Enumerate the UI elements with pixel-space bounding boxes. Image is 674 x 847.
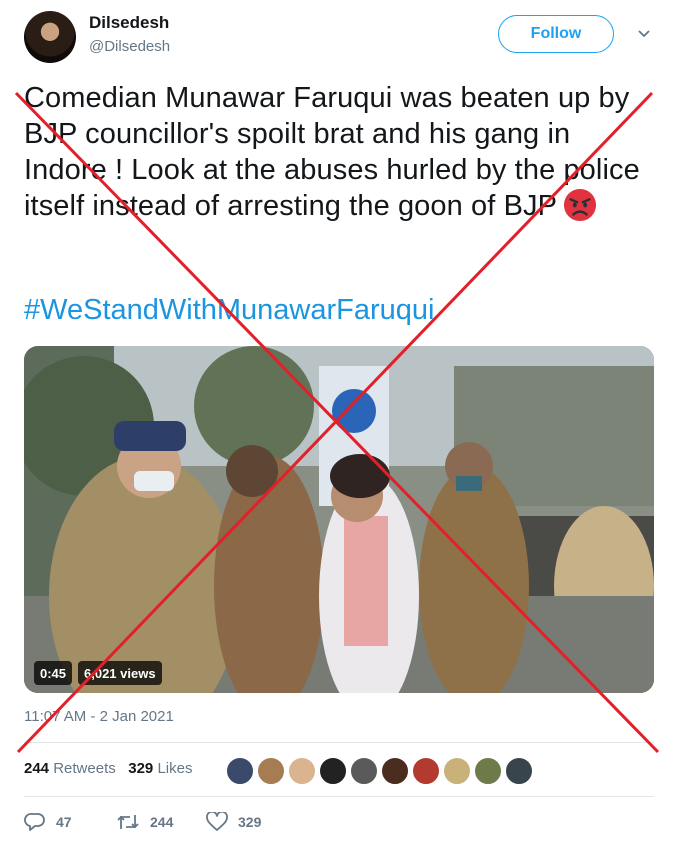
retweets-label: Retweets [53, 760, 116, 777]
like-count: 329 [238, 814, 262, 830]
chevron-down-icon[interactable] [636, 26, 652, 42]
liker-avatar[interactable] [443, 757, 471, 785]
likes-count: 329 [128, 760, 154, 777]
angry-face-icon [564, 188, 597, 222]
user-handle[interactable]: @Dilsedesh [89, 38, 170, 55]
user-name[interactable]: Dilsedesh [89, 13, 169, 33]
liker-avatar[interactable] [288, 757, 316, 785]
retweet-count: 244 [150, 814, 174, 830]
tweet-body: Comedian Munawar Faruqui was beaten up b… [24, 82, 640, 222]
like-button[interactable]: 329 [206, 812, 261, 832]
likes-label: Likes [157, 760, 193, 777]
liker-avatar[interactable] [257, 757, 285, 785]
likes-stat[interactable]: 329 Likes [128, 760, 192, 777]
video-thumbnail [24, 346, 654, 693]
divider [24, 742, 654, 743]
reply-icon [24, 813, 45, 831]
liker-avatar[interactable] [474, 757, 502, 785]
heart-icon [206, 812, 228, 831]
avatar[interactable] [24, 11, 76, 63]
video-duration-badge: 0:45 [34, 661, 73, 685]
retweet-icon [117, 815, 139, 829]
liker-avatar[interactable] [505, 757, 533, 785]
reply-count: 47 [56, 814, 72, 830]
liker-avatar[interactable] [319, 757, 347, 785]
liker-avatar[interactable] [226, 757, 254, 785]
divider [24, 796, 654, 797]
liker-avatar[interactable] [381, 757, 409, 785]
reply-button[interactable]: 47 [24, 812, 72, 832]
hashtag-link[interactable]: #WeStandWithMunawarFaruqui [24, 294, 435, 327]
video-views-badge: 6,021 views [78, 661, 162, 685]
tweet-stats: 244 Retweets 329 Likes [24, 760, 192, 777]
retweets-count: 244 [24, 760, 50, 777]
liker-avatar[interactable] [412, 757, 440, 785]
tweet-timestamp[interactable]: 11:07 AM - 2 Jan 2021 [24, 708, 174, 725]
liker-avatar[interactable] [350, 757, 378, 785]
follow-button[interactable]: Follow [498, 15, 614, 53]
retweet-button[interactable]: 244 [116, 812, 173, 832]
video-player[interactable] [24, 346, 654, 693]
retweets-stat[interactable]: 244 Retweets [24, 760, 116, 777]
tweet-text: Comedian Munawar Faruqui was beaten up b… [24, 80, 654, 224]
